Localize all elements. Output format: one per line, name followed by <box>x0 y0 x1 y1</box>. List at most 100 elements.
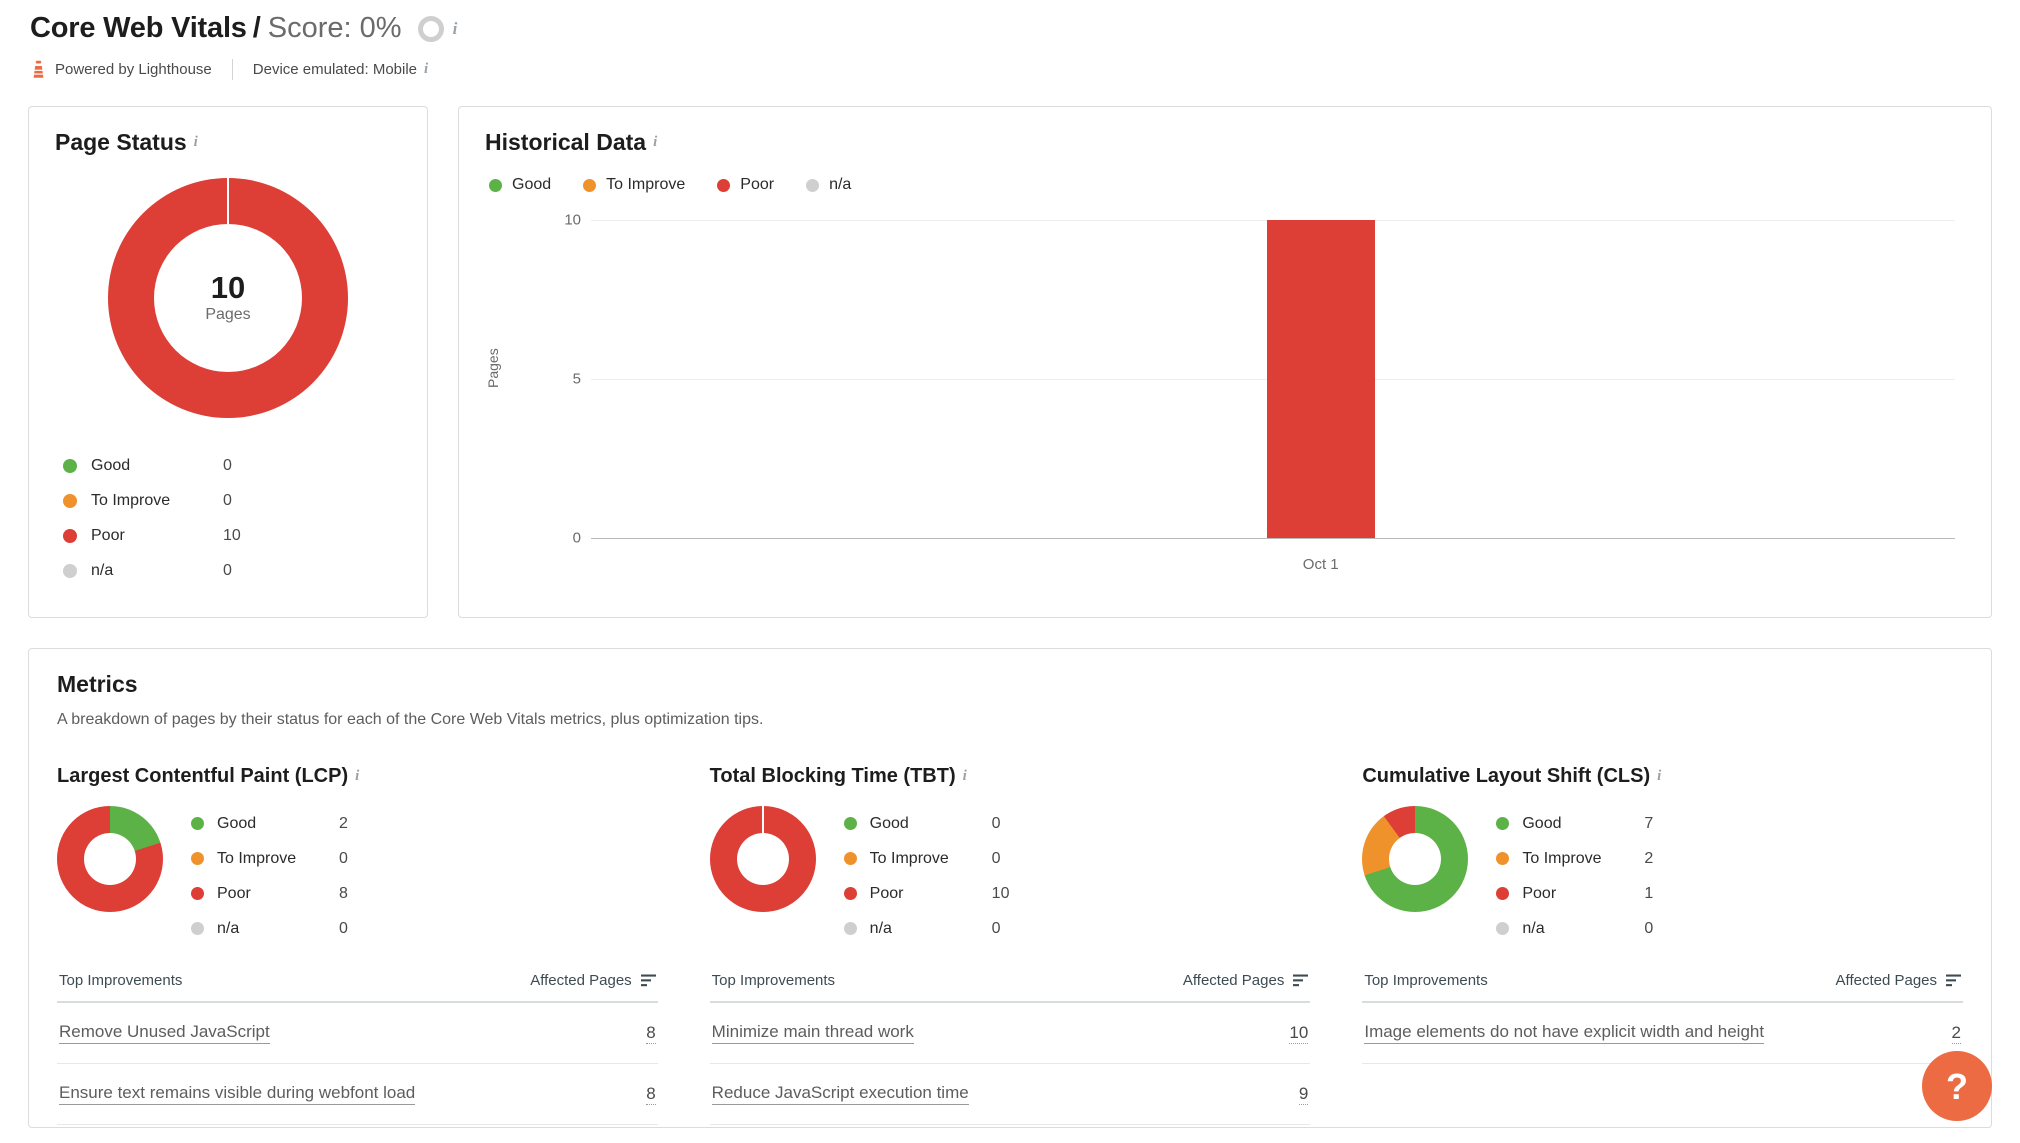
metric-legend-item: To Improve2 <box>1496 841 1963 876</box>
legend-label: Good <box>512 176 551 194</box>
legend-value: 0 <box>339 920 348 938</box>
table-row: Image elements do not have explicit widt… <box>1362 1003 1963 1064</box>
legend-dot-good-icon <box>489 179 502 192</box>
page-status-title: Page Status <box>55 129 187 156</box>
improvement-link[interactable]: Ensure text remains visible during webfo… <box>59 1083 415 1105</box>
column-header-top-improvements: Top Improvements <box>59 972 182 989</box>
metric-legend-item: To Improve0 <box>191 841 658 876</box>
chart-bar[interactable] <box>1267 220 1375 538</box>
table-header: Top Improvements Affected Pages <box>57 972 658 1003</box>
historical-info-icon[interactable]: i <box>653 134 657 151</box>
legend-dot-poor-icon <box>191 887 204 900</box>
y-axis-tick-label: 5 <box>553 371 581 388</box>
page-status-info-icon[interactable]: i <box>194 134 198 151</box>
legend-value: 10 <box>992 885 1010 903</box>
metric-title-row: Cumulative Layout Shift (CLS)i <box>1362 765 1963 788</box>
legend-label: To Improve <box>91 492 223 510</box>
improvement-link[interactable]: Minimize main thread work <box>712 1022 914 1044</box>
metric-title: Total Blocking Time (TBT) <box>710 765 956 788</box>
metric-legend-item: n/a0 <box>1496 911 1963 946</box>
historical-legend-item[interactable]: n/a <box>806 176 851 194</box>
device-info-icon[interactable]: i <box>424 61 428 78</box>
legend-value: 10 <box>223 527 241 545</box>
metric-donut-chart[interactable] <box>1362 806 1468 912</box>
legend-label: To Improve <box>1522 850 1644 868</box>
donut-seam <box>227 178 229 224</box>
legend-value: 0 <box>992 850 1001 868</box>
affected-pages-label: Affected Pages <box>1183 972 1284 989</box>
legend-dot-poor-icon <box>63 529 77 543</box>
legend-label: To Improve <box>870 850 992 868</box>
improvements-table: Top Improvements Affected Pages Image elem… <box>1362 972 1963 1064</box>
metric-column: Total Blocking Time (TBT)iGood0To Improv… <box>710 765 1311 1125</box>
page-status-legend-item: Good0 <box>63 448 401 483</box>
historical-legend-item[interactable]: To Improve <box>583 176 685 194</box>
affected-pages-count[interactable]: 9 <box>1299 1084 1308 1105</box>
affected-pages-count[interactable]: 8 <box>646 1023 655 1044</box>
y-axis-title: Pages <box>485 348 501 388</box>
page-status-donut-chart[interactable]: 10 Pages <box>108 178 348 418</box>
historical-legend-item[interactable]: Poor <box>717 176 774 194</box>
legend-dot-poor-icon <box>1496 887 1509 900</box>
legend-dot-to-improve-icon <box>1496 852 1509 865</box>
affected-pages-count[interactable]: 10 <box>1289 1023 1308 1044</box>
legend-value: 0 <box>339 850 348 868</box>
metric-donut-chart[interactable] <box>710 806 816 912</box>
metric-title-row: Total Blocking Time (TBT) i <box>710 765 1311 788</box>
page-status-card: Page Status i 10 Pages Good0 To Improve 0 P… <box>28 106 428 618</box>
legend-label: Good <box>870 815 992 833</box>
legend-dot-to-improve-icon <box>844 852 857 865</box>
metric-info-icon[interactable]: i <box>963 768 967 785</box>
legend-value: 0 <box>223 562 232 580</box>
legend-dot-n-a-icon <box>1496 922 1509 935</box>
legend-dot-n-a-icon <box>806 179 819 192</box>
column-header-affected-pages[interactable]: Affected Pages <box>530 972 655 989</box>
donut-center <box>1389 833 1441 885</box>
column-header-top-improvements: Top Improvements <box>1364 972 1487 989</box>
metric-donut-chart[interactable] <box>57 806 163 912</box>
metric-info-icon[interactable]: i <box>1657 768 1661 785</box>
column-header-affected-pages[interactable]: Affected Pages <box>1836 972 1961 989</box>
score-info-icon[interactable]: i <box>453 19 458 39</box>
legend-value: 8 <box>339 885 348 903</box>
legend-label: n/a <box>1522 920 1644 938</box>
legend-label: Poor <box>870 885 992 903</box>
legend-dot-good-icon <box>844 817 857 830</box>
metrics-columns: Largest Contentful Paint (LCP)iGood2To I… <box>57 765 1963 1125</box>
sort-icon[interactable] <box>641 974 656 987</box>
lighthouse-icon <box>31 60 46 79</box>
metric-info-icon[interactable]: i <box>355 768 359 785</box>
sort-icon[interactable] <box>1293 974 1308 987</box>
historical-legend-item[interactable]: Good <box>489 176 551 194</box>
page-header: Core Web Vitals / Score: 0% i <box>28 0 1992 45</box>
table-header: Top ImprovementsAffected Pages <box>710 972 1311 1003</box>
legend-value: 2 <box>1644 850 1653 868</box>
sort-icon[interactable] <box>1946 974 1961 987</box>
legend-dot-n-a-icon <box>191 922 204 935</box>
metric-legend: Good0To Improve0Poor10n/a0 <box>844 806 1311 946</box>
legend-value: 1 <box>1644 885 1653 903</box>
affected-pages-count[interactable]: 8 <box>646 1084 655 1105</box>
metric-body: Good7To Improve2Poor1n/a0 <box>1362 806 1963 946</box>
affected-pages-count[interactable]: 2 <box>1952 1023 1961 1044</box>
metric-column: Largest Contentful Paint (LCP)iGood2To I… <box>57 765 658 1125</box>
page-title: Core Web Vitals <box>30 12 247 45</box>
historical-data-title: Historical Data <box>485 129 646 156</box>
donut-center <box>737 833 789 885</box>
donut-center-label: Pages <box>205 306 250 324</box>
improvements-table: Top Improvements Affected Pages Remove Unu… <box>57 972 658 1125</box>
column-header-affected-pages[interactable]: Affected Pages <box>1183 972 1308 989</box>
metric-legend-item: Poor10 <box>844 876 1311 911</box>
historical-legend: Good To Improve Poor n/a <box>485 176 1965 194</box>
help-button[interactable]: ? <box>1922 1051 1992 1121</box>
metric-legend-item: To Improve0 <box>844 841 1311 876</box>
improvement-link[interactable]: Image elements do not have explicit widt… <box>1364 1022 1764 1044</box>
table-row: Ensure text remains visible during webfo… <box>57 1064 658 1125</box>
legend-value: 0 <box>992 815 1001 833</box>
subheader-divider <box>232 59 233 80</box>
improvement-link[interactable]: Remove Unused JavaScript <box>59 1022 270 1044</box>
affected-pages-label: Affected Pages <box>530 972 631 989</box>
metric-legend: Good7To Improve2Poor1n/a0 <box>1496 806 1963 946</box>
legend-dot-poor-icon <box>717 179 730 192</box>
improvement-link[interactable]: Reduce JavaScript execution time <box>712 1083 969 1105</box>
